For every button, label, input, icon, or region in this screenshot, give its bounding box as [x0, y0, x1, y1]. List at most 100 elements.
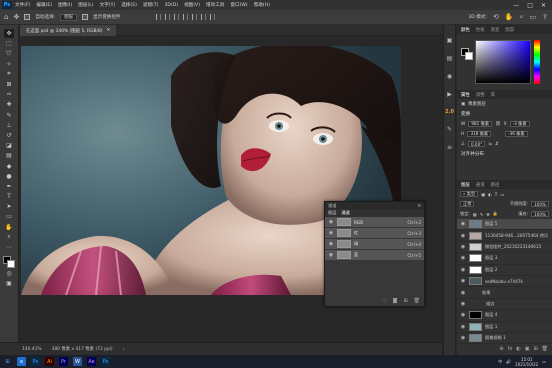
eye-icon[interactable]: ◉ [460, 301, 466, 307]
distribute-icon[interactable] [209, 14, 215, 20]
channel-row-green[interactable]: ◉ 绿 Ctrl+4 [325, 239, 424, 249]
lasso-tool-icon[interactable]: ➰ [4, 49, 14, 58]
eye-icon[interactable]: ◉ [328, 252, 334, 258]
lock-position-icon[interactable]: ✥ [486, 212, 490, 217]
save-selection-icon[interactable]: ◙ [393, 298, 398, 304]
menu-type[interactable]: 文字(Y) [97, 2, 119, 8]
healing-brush-tool-icon[interactable]: ✚ [4, 100, 14, 109]
tab-patterns[interactable]: 图案 [505, 27, 514, 33]
layer-kind-filter[interactable]: ⌕ 类型 [460, 191, 479, 197]
status-arrow-icon[interactable]: › [123, 347, 125, 352]
link-icon[interactable]: ⛓ [495, 122, 501, 127]
tab-properties[interactable]: 属性 [461, 92, 470, 98]
paragraph-icon[interactable]: ≡ [447, 144, 452, 151]
flip-v-icon[interactable]: ⇵ [495, 142, 499, 147]
taskbar-app-aftereffects[interactable]: Ae [87, 357, 96, 366]
tab-channels[interactable]: 通道 [476, 182, 485, 188]
color-panel-swatches[interactable] [461, 48, 473, 60]
taskbar-app-photoshop-2[interactable]: Ps [101, 357, 110, 366]
color-swatches[interactable] [3, 256, 15, 269]
fill-input[interactable]: 100% [531, 211, 549, 217]
angle-input[interactable]: 0.00° [467, 141, 486, 147]
menu-edit[interactable]: 编辑(E) [33, 2, 55, 8]
align-bottom-icon[interactable] [200, 14, 206, 20]
layer-row[interactable]: ◉ 微信图片_20210223140615 [457, 242, 552, 254]
search-icon[interactable]: ⌕ [520, 13, 524, 22]
taskbar-app-browser[interactable]: e [17, 357, 26, 366]
pan-icon[interactable]: ✋ [505, 13, 514, 21]
share-icon[interactable]: ⇪ [542, 13, 548, 21]
h-input[interactable]: 318 像素 [467, 131, 492, 137]
new-layer-icon[interactable]: ⊞ [533, 346, 537, 352]
trash-icon[interactable]: 🗑 [542, 346, 548, 352]
layer-row[interactable]: ◉ 图层 4 [457, 310, 552, 322]
eye-icon[interactable]: ◉ [328, 230, 334, 236]
eye-icon[interactable]: ◉ [460, 255, 466, 261]
tab-gradients[interactable]: 渐变 [491, 27, 500, 33]
flip-h-icon[interactable]: ⇋ [488, 142, 492, 147]
close-button[interactable]: ✕ [541, 2, 546, 9]
move-tool-icon[interactable]: ✥ [13, 13, 19, 21]
y-input[interactable]: -36 像素 [505, 131, 528, 137]
filter-pixel-icon[interactable]: ▣ [481, 192, 485, 197]
maximize-button[interactable]: □ [527, 2, 533, 9]
tab-libraries[interactable]: 库 [491, 92, 495, 98]
gradient-tool-icon[interactable]: ▤ [4, 151, 14, 160]
opacity-input[interactable]: 100% [531, 201, 549, 207]
eye-icon[interactable]: ◉ [460, 278, 466, 284]
rectangle-tool-icon[interactable]: ▭ [4, 212, 14, 221]
layer-row[interactable]: ◉ 1130458-946...20075464 拷贝 [457, 230, 552, 242]
eye-icon[interactable]: ◉ [460, 221, 466, 227]
transform-section-title[interactable]: 变换 [457, 109, 552, 119]
close-tab-icon[interactable]: ✕ [107, 28, 111, 33]
history-brush-tool-icon[interactable]: ↺ [4, 131, 14, 140]
hand-tool-icon[interactable]: ✋ [4, 223, 14, 232]
type-tool-icon[interactable]: T [4, 192, 14, 201]
align-left-icon[interactable] [155, 14, 161, 20]
align-top-icon[interactable] [182, 14, 188, 20]
align-right-icon[interactable] [173, 14, 179, 20]
layer-effect-row[interactable]: ◉ 描边 [457, 299, 552, 311]
path-selection-tool-icon[interactable]: ➤ [4, 202, 14, 211]
layer-row[interactable]: ◉ 图层 3 [457, 253, 552, 265]
clone-stamp-tool-icon[interactable]: ⊥ [4, 121, 14, 130]
link-layers-icon[interactable]: ⊕ [499, 346, 503, 352]
channels-panel-header[interactable]: 通道 ≡ [325, 202, 424, 209]
screen-mode-icon[interactable]: ▣ [4, 279, 14, 288]
filter-type-icon[interactable]: T [495, 192, 498, 197]
actions-icon[interactable]: ▤ [447, 55, 453, 62]
lock-transparent-icon[interactable]: ▦ [473, 212, 477, 217]
eye-icon[interactable]: ◉ [460, 233, 466, 239]
eye-icon[interactable]: ◉ [460, 335, 466, 341]
eye-icon[interactable]: ◉ [460, 312, 466, 318]
align-section-title[interactable]: 对齐并分布 [457, 149, 552, 159]
eraser-tool-icon[interactable]: ◪ [4, 141, 14, 150]
adjustment-layer-icon[interactable]: ◐ [516, 346, 520, 352]
tab-layers[interactable]: 图层 [328, 210, 336, 216]
blur-tool-icon[interactable]: ◆ [4, 161, 14, 170]
eyedropper-tool-icon[interactable]: ✑ [4, 90, 14, 99]
w-input[interactable]: 981 像素 [468, 121, 493, 127]
menu-image[interactable]: 图像(I) [55, 2, 75, 8]
tab-channels[interactable]: 通道 [341, 210, 349, 216]
quick-mask-icon[interactable]: ◎ [4, 269, 14, 278]
magic-wand-tool-icon[interactable]: ✧ [4, 60, 14, 69]
lock-all-icon[interactable]: 🔒 [493, 211, 498, 217]
orbit-icon[interactable]: ⟲ [493, 13, 499, 21]
eye-icon[interactable]: ◉ [460, 267, 466, 273]
auto-select-dropdown[interactable]: 图层 [60, 13, 78, 21]
play-icon[interactable]: ▶ [447, 91, 452, 98]
lock-image-icon[interactable]: ✎ [480, 212, 484, 217]
delete-channel-icon[interactable]: 🗑 [414, 298, 420, 304]
swatch-icon[interactable]: ◉ [447, 73, 452, 80]
taskbar-app-word[interactable]: W [73, 357, 82, 366]
layer-row[interactable]: ◉ 图层 2 [457, 265, 552, 276]
move-tool-icon[interactable]: ✥ [4, 29, 14, 39]
menu-help[interactable]: 帮助(H) [251, 2, 273, 8]
notification-icon[interactable]: ▭ [542, 359, 546, 364]
tab-layers[interactable]: 图层 [461, 182, 470, 188]
zoom-level[interactable]: 140.41% [22, 347, 42, 352]
menu-select[interactable]: 选择(S) [118, 2, 140, 8]
new-channel-icon[interactable]: ⊞ [403, 298, 407, 304]
brush-settings-icon[interactable]: ✎ [447, 126, 452, 133]
